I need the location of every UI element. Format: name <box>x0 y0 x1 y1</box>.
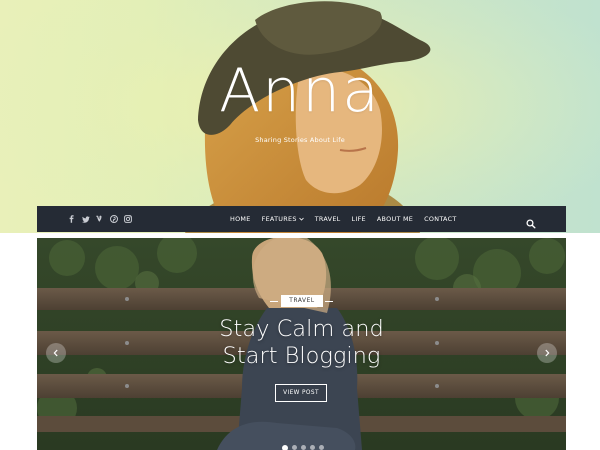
site-header: Anna Sharing Stories About Life <box>0 0 600 233</box>
slider-prev-button[interactable] <box>46 343 66 363</box>
slider-next-button[interactable] <box>537 343 557 363</box>
menu-item-about-me[interactable]: ABOUT ME <box>377 215 413 223</box>
slider-dot[interactable] <box>310 445 315 450</box>
menu-item-label: ABOUT ME <box>376 215 414 223</box>
slide-title-line2: Start Blogging <box>222 343 381 369</box>
facebook-icon[interactable] <box>67 215 76 224</box>
menu-item-label: TRAVEL <box>314 215 341 223</box>
slide-title-line1: Stay Calm and <box>219 316 384 342</box>
menu-item-life[interactable]: LIFE <box>352 215 366 223</box>
menu-item-label: FEATURES <box>261 215 297 223</box>
search-icon[interactable] <box>526 214 536 229</box>
instagram-icon[interactable] <box>123 215 132 224</box>
site-tagline: Sharing Stories About Life <box>255 136 345 144</box>
slider-pagination <box>282 444 324 450</box>
category-line-left <box>270 301 278 302</box>
menu-item-contact[interactable]: CONTACT <box>424 215 456 223</box>
menu-item-home[interactable]: HOME <box>230 215 251 223</box>
primary-menu: HOME FEATURES TRAVEL LIFE ABOUT ME CONTA… <box>230 206 468 232</box>
pinterest-icon[interactable] <box>109 215 118 224</box>
main-navigation: HOME FEATURES TRAVEL LIFE ABOUT ME CONTA… <box>37 206 566 232</box>
chevron-right-icon <box>545 349 550 357</box>
slider-dot[interactable] <box>282 444 288 450</box>
menu-item-travel[interactable]: TRAVEL <box>315 215 341 223</box>
menu-item-label: CONTACT <box>424 215 457 223</box>
slider-dot[interactable] <box>319 445 324 450</box>
chevron-left-icon <box>53 349 58 357</box>
social-links <box>67 206 132 232</box>
vine-icon[interactable] <box>95 215 104 224</box>
featured-slider: TRAVEL Stay Calm and Start Blogging VIEW… <box>37 238 566 450</box>
menu-item-label: HOME <box>230 215 251 223</box>
view-post-button[interactable]: VIEW POST <box>275 384 327 402</box>
category-badge[interactable]: TRAVEL <box>281 295 323 307</box>
slide-title[interactable]: Stay Calm and Start Blogging <box>187 316 416 370</box>
slider-dot[interactable] <box>301 445 306 450</box>
menu-item-features[interactable]: FEATURES <box>262 215 304 223</box>
category-line-right <box>325 301 333 302</box>
chevron-down-icon <box>298 217 304 221</box>
slider-dot[interactable] <box>292 445 297 450</box>
twitter-icon[interactable] <box>81 215 90 224</box>
menu-item-label: LIFE <box>351 215 366 223</box>
site-title[interactable]: Anna <box>0 56 600 126</box>
